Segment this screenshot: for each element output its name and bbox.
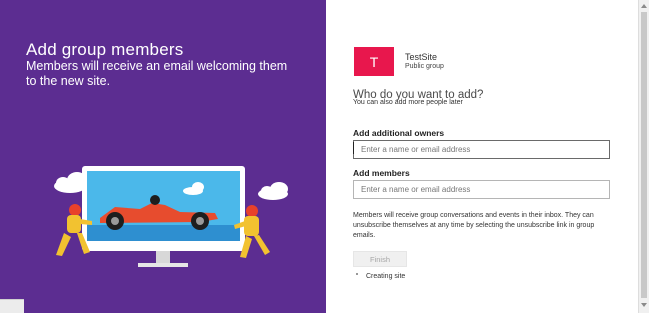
members-label: Add members (353, 168, 410, 178)
owners-input[interactable] (353, 140, 610, 159)
left-scrollbar-corner (0, 299, 24, 313)
status-text: Creating site (366, 273, 406, 280)
vertical-scrollbar[interactable] (638, 0, 649, 313)
illustration (54, 166, 288, 267)
members-input[interactable] (353, 180, 610, 199)
panel-subtitle: Members will receive an email welcoming … (26, 59, 288, 88)
spinner-icon (356, 273, 358, 275)
members-info-text: Members will receive group conversations… (353, 212, 595, 239)
right-panel: T TestSite Public group Who do you want … (326, 0, 638, 313)
panel-title: Add group members (26, 40, 184, 59)
finish-button[interactable]: Finish (353, 251, 407, 267)
text-caret (353, 142, 354, 154)
site-avatar: T (354, 47, 394, 76)
form-hint: You can also add more people later (353, 99, 463, 106)
site-name: TestSite (405, 52, 438, 62)
cloud-right-icon (258, 182, 288, 200)
scroll-up-icon[interactable] (641, 4, 647, 8)
left-panel: Add group members Members will receive a… (0, 0, 326, 313)
scroll-thumb[interactable] (641, 12, 647, 298)
scroll-down-icon[interactable] (641, 303, 647, 307)
dialog-root: Add group members Members will receive a… (0, 0, 649, 313)
site-privacy-label: Public group (405, 63, 444, 70)
owners-label: Add additional owners (353, 128, 445, 138)
